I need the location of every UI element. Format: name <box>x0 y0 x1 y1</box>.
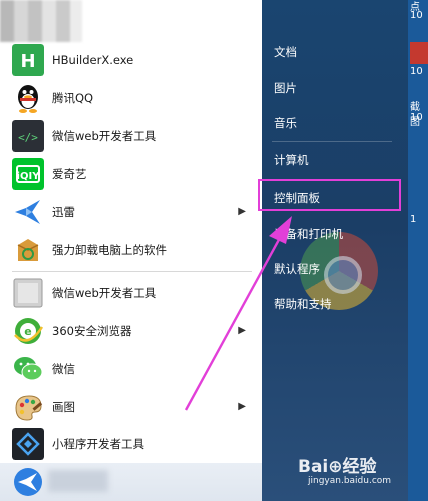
program-wechat-devtools-2[interactable]: 微信web开发者工具 <box>12 276 258 310</box>
menu-item-devices-printers[interactable]: 设备和打印机 <box>274 226 343 242</box>
program-label: 微信web开发者工具 <box>52 286 157 300</box>
program-label: 360安全浏览器 <box>52 324 132 338</box>
svg-text:iQIY: iQIY <box>17 171 41 182</box>
program-label: HBuilderX.exe <box>52 53 134 67</box>
code-brackets-icon: </> <box>12 120 44 152</box>
watermark-logo: Bai⊕经验 <box>298 457 377 477</box>
program-label: 微信web开发者工具 <box>52 129 157 143</box>
paint-palette-icon <box>12 391 44 423</box>
program-hbuilderx[interactable]: H HBuilderX.exe <box>12 43 258 77</box>
desktop-fragment: 10 <box>410 10 423 21</box>
menu-item-music[interactable]: 音乐 <box>274 115 297 131</box>
program-label: 画图 <box>52 400 75 414</box>
xunlei-bird-icon <box>12 196 44 228</box>
programs-pane: H HBuilderX.exe 腾讯QQ </> 微信web开发者工具 iQIY… <box>0 0 262 501</box>
iqiyi-icon: iQIY <box>12 158 44 190</box>
program-label: 强力卸载电脑上的软件 <box>52 243 167 257</box>
program-xunlei[interactable]: 迅雷 ▶ <box>12 195 258 229</box>
program-360-browser[interactable]: e 360安全浏览器 ▶ <box>12 314 258 348</box>
menu-item-documents[interactable]: 文档 <box>274 44 297 60</box>
watermark-url: jingyan.baidu.com <box>308 476 392 486</box>
program-qq[interactable]: 腾讯QQ <box>12 81 258 115</box>
miniprogram-icon <box>12 428 44 460</box>
places-pane: 文档 图片 音乐 计算机 控制面板 设备和打印机 默认程序 帮助和支持 <box>262 0 408 501</box>
program-wechat-devtools[interactable]: </> 微信web开发者工具 <box>12 119 258 153</box>
desktop-thumbnail[interactable] <box>410 42 428 64</box>
svg-text:</>: </> <box>18 131 38 144</box>
program-label: 爱奇艺 <box>52 167 87 181</box>
program-label: 腾讯QQ <box>52 91 94 105</box>
separator <box>12 271 252 272</box>
menu-item-pictures[interactable]: 图片 <box>274 80 297 96</box>
menu-item-help-support[interactable]: 帮助和支持 <box>274 296 332 312</box>
desktop-fragment: 10 <box>410 112 423 123</box>
360-browser-icon: e <box>12 315 44 347</box>
svg-text:e: e <box>24 325 31 338</box>
menu-item-computer[interactable]: 计算机 <box>274 152 309 168</box>
qq-penguin-icon <box>12 82 44 114</box>
submenu-arrow: ▶ <box>238 401 246 412</box>
menu-item-default-programs[interactable]: 默认程序 <box>274 261 320 277</box>
blank-square-icon <box>12 277 44 309</box>
blurred-user-area <box>0 0 82 42</box>
blurred-search-text <box>48 470 108 492</box>
program-paint[interactable]: 画图 ▶ <box>12 390 258 424</box>
xunlei-small-icon <box>12 467 44 501</box>
search-box-area[interactable] <box>0 463 262 501</box>
desktop-fragment: 1 <box>410 214 417 225</box>
desktop-fragment: 10 <box>410 66 423 77</box>
program-wechat[interactable]: 微信 <box>12 352 258 386</box>
recycle-box-icon <box>12 234 44 266</box>
program-label: 迅雷 <box>52 205 75 219</box>
submenu-arrow: ▶ <box>238 206 246 217</box>
submenu-arrow: ▶ <box>238 325 246 336</box>
chrome-center-icon <box>324 256 362 294</box>
program-label: 小程序开发者工具 <box>52 437 144 451</box>
separator <box>272 141 392 142</box>
svg-text:H: H <box>20 51 35 72</box>
program-uninstaller[interactable]: 强力卸载电脑上的软件 <box>12 233 258 267</box>
baidu-watermark: Bai⊕经验 jingyan.baidu.com <box>298 452 424 496</box>
wechat-icon <box>12 353 44 385</box>
program-iqiyi[interactable]: iQIY 爱奇艺 <box>12 157 258 191</box>
desktop-background: 点 10 10 截图 10 1 <box>408 0 428 501</box>
hbuilderx-icon: H <box>12 44 44 76</box>
program-miniprogram-devtools[interactable]: 小程序开发者工具 <box>12 427 258 461</box>
program-label: 微信 <box>52 362 75 376</box>
control-panel-highlight-box <box>258 179 401 211</box>
